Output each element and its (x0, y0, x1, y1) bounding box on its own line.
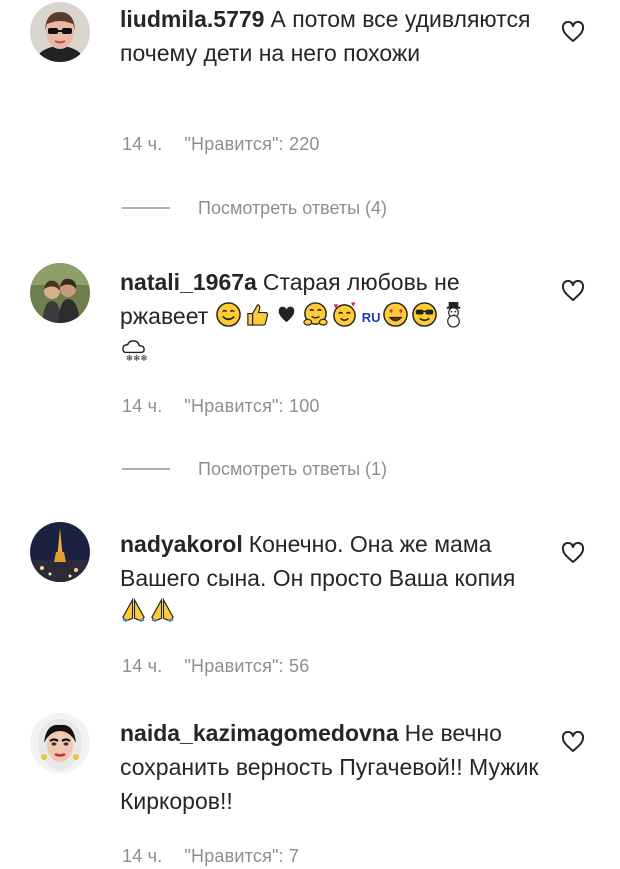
comment-username[interactable]: natali_1967a (120, 269, 257, 295)
comment-meta: 14 ч. "Нравится": 220 (122, 134, 320, 155)
comment-text: natali_1967a Старая любовь не ржавеет RU … (120, 265, 540, 369)
comment-username[interactable]: naida_kazimagomedovna (120, 720, 399, 746)
snowman-icon (440, 301, 467, 328)
heart-icon[interactable] (561, 280, 585, 302)
comment-meta: 14 ч. "Нравится": 100 (122, 396, 320, 417)
replies-divider (122, 468, 170, 470)
comment-likes[interactable]: "Нравится": 100 (184, 396, 319, 416)
comment-username[interactable]: nadyakorol (120, 531, 243, 557)
avatar[interactable] (30, 522, 90, 582)
view-replies-label: Посмотреть ответы (1) (198, 458, 388, 479)
comment-likes[interactable]: "Нравится": 56 (184, 656, 309, 676)
comment-meta: 14 ч. "Нравится": 7 (122, 846, 299, 867)
heart-icon[interactable] (561, 21, 585, 43)
comment-likes[interactable]: "Нравится": 220 (184, 134, 319, 154)
view-replies-label: Посмотреть ответы (4) (198, 197, 388, 218)
view-replies-button[interactable]: Посмотреть ответы (1) (122, 457, 387, 481)
black-heart-icon (273, 301, 300, 328)
comment-time[interactable]: 14 ч. (122, 396, 162, 416)
comment-time[interactable]: 14 ч. (122, 656, 162, 676)
heart-eyes-icon (382, 301, 409, 328)
ru-flag-icon: RU (361, 310, 381, 325)
hugging-face-icon (302, 301, 329, 328)
sunglasses-face-icon (411, 301, 438, 328)
comment-likes[interactable]: "Нравится": 7 (184, 846, 299, 866)
folded-hands-icon (120, 597, 147, 624)
avatar[interactable] (30, 713, 90, 773)
replies-divider (122, 207, 170, 209)
avatar[interactable] (30, 263, 90, 323)
comment-text: liudmila.5779 А потом все удивляются поче… (120, 2, 540, 70)
comment-time[interactable]: 14 ч. (122, 134, 162, 154)
view-replies-button[interactable]: Посмотреть ответы (4) (122, 196, 387, 220)
comment-text: naida_kazimagomedovna Не вечно сохранить … (120, 716, 540, 818)
thumbs-up-icon (244, 301, 271, 328)
face-with-hearts-icon (331, 301, 358, 328)
comment-text: nadyakorol Конечно. Она же мама Вашего сы… (120, 527, 540, 629)
comment-meta: 14 ч. "Нравится": 56 (122, 656, 309, 677)
comment-username[interactable]: liudmila.5779 (120, 6, 264, 32)
snow-cloud-icon: ❄❄❄ (120, 337, 147, 364)
smiling-face-icon (215, 301, 242, 328)
comment-time[interactable]: 14 ч. (122, 846, 162, 866)
folded-hands-icon (149, 597, 176, 624)
avatar[interactable] (30, 2, 90, 62)
svg-text:❄❄❄: ❄❄❄ (126, 354, 147, 364)
heart-icon[interactable] (561, 731, 585, 753)
heart-icon[interactable] (561, 542, 585, 564)
